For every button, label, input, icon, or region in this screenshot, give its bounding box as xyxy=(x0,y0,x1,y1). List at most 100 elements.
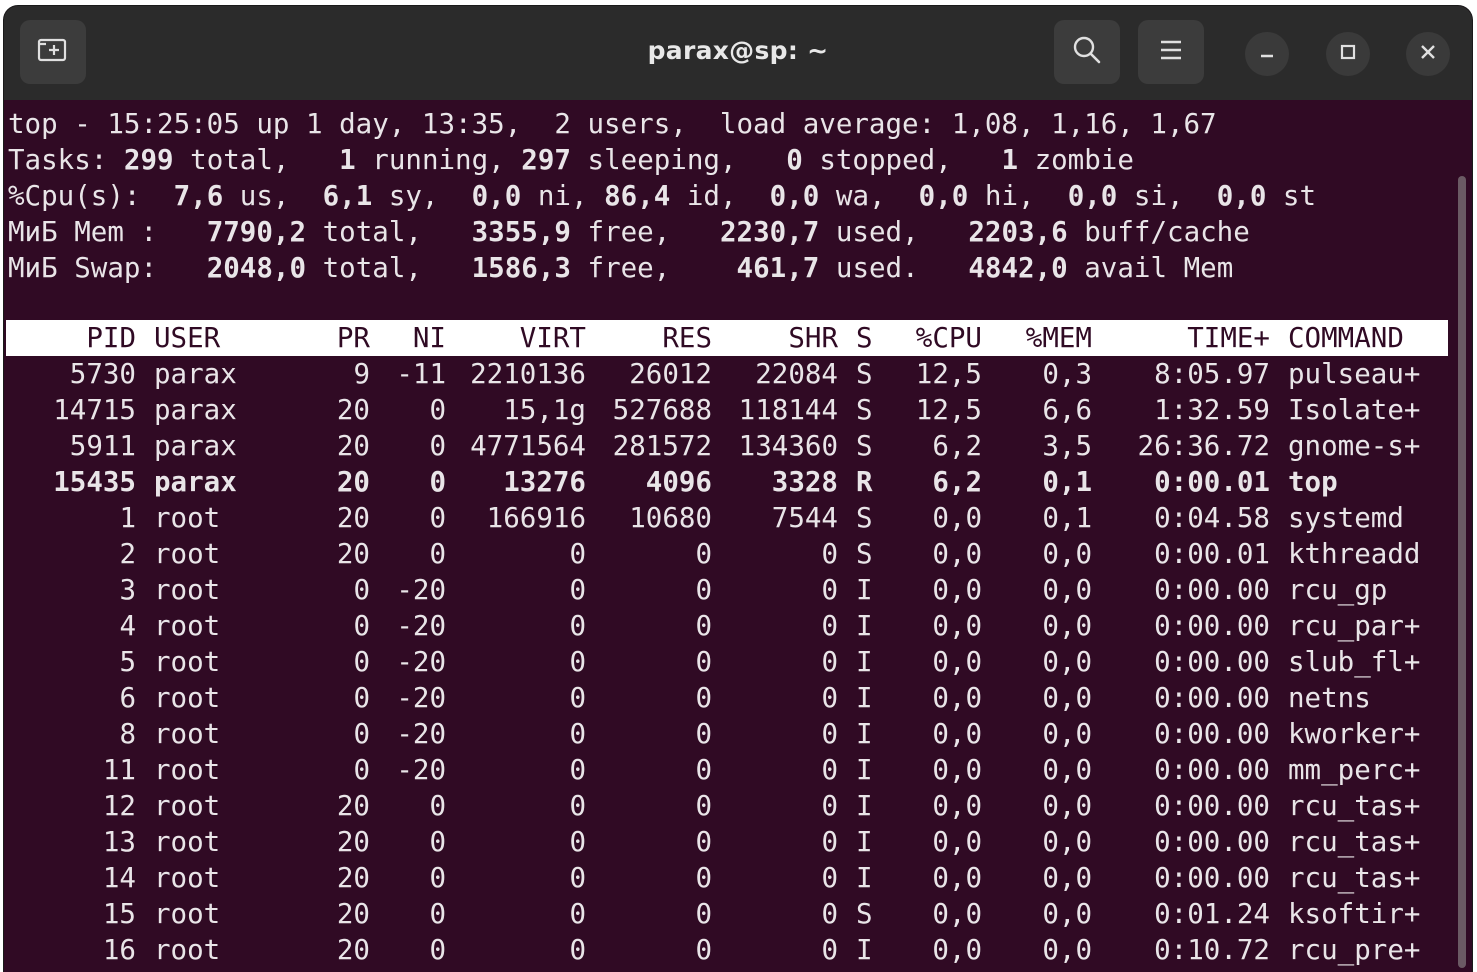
process-virt-cell: 0 xyxy=(569,646,586,678)
summary-segment: sleeping, xyxy=(570,144,787,176)
process-user-cell: root xyxy=(154,862,221,894)
process-s-cell: I xyxy=(856,862,873,894)
process-time-cell: 0:01.24 xyxy=(1154,898,1270,930)
menu-button[interactable] xyxy=(1138,20,1204,84)
process-res-cell: 10680 xyxy=(629,502,712,534)
process-user-cell: parax xyxy=(154,466,237,498)
process-cmd-cell: Isolate+ xyxy=(1288,394,1421,426)
virt-column-header: VIRT xyxy=(519,322,586,354)
process-cpu-cell: 0,0 xyxy=(932,898,982,930)
summary-segment: used. xyxy=(819,252,969,284)
process-time-cell: 0:04.58 xyxy=(1154,502,1270,534)
process-cmd-cell: ksoftir+ xyxy=(1288,898,1421,930)
process-time-cell: 0:10.72 xyxy=(1154,934,1270,966)
process-time-cell: 8:05.97 xyxy=(1154,358,1270,390)
process-cpu-cell: 0,0 xyxy=(932,754,982,786)
process-cmd-cell: rcu_pre+ xyxy=(1288,934,1421,966)
process-time-cell: 26:36.72 xyxy=(1137,430,1270,462)
process-cpu-cell: 0,0 xyxy=(932,718,982,750)
process-virt-cell: 15,1g xyxy=(503,394,586,426)
summary-segment: 297 xyxy=(521,144,571,176)
process-shr-cell: 134360 xyxy=(738,430,838,462)
process-mem-cell: 0,0 xyxy=(1042,718,1092,750)
process-mem-cell: 0,0 xyxy=(1042,646,1092,678)
process-pid-cell: 13 xyxy=(102,826,136,858)
process-res-cell: 0 xyxy=(695,826,712,858)
summary-segment: 6,1 xyxy=(322,180,373,212)
process-pid-cell: 15 xyxy=(102,898,136,930)
minimize-button[interactable] xyxy=(1245,32,1289,76)
process-cmd-cell: kworker+ xyxy=(1288,718,1421,750)
process-pid-cell: 14 xyxy=(102,862,136,894)
process-s-cell: S xyxy=(856,430,873,462)
process-virt-cell: 13276 xyxy=(503,466,586,498)
process-pr-cell: 0 xyxy=(353,682,370,714)
process-mem-cell: 0,0 xyxy=(1042,682,1092,714)
process-shr-cell: 0 xyxy=(821,574,838,606)
process-virt-cell: 0 xyxy=(569,898,586,930)
process-ni-cell: -20 xyxy=(396,682,446,714)
process-virt-cell: 166916 xyxy=(486,502,586,534)
process-res-cell: 281572 xyxy=(612,430,712,462)
process-s-cell: R xyxy=(856,466,873,498)
process-ni-cell: 0 xyxy=(429,934,446,966)
process-pid-cell: 6 xyxy=(119,682,136,714)
process-time-cell: 0:00.01 xyxy=(1154,466,1270,498)
process-shr-cell: 0 xyxy=(821,862,838,894)
process-ni-cell: -20 xyxy=(396,574,446,606)
process-cmd-cell: netns xyxy=(1288,682,1371,714)
summary-segment: used, xyxy=(819,216,969,248)
process-cmd-cell: mm_perc+ xyxy=(1288,754,1421,786)
pid-column-header: PID xyxy=(86,322,136,354)
process-shr-cell: 0 xyxy=(821,790,838,822)
process-mem-cell: 3,5 xyxy=(1042,430,1092,462)
process-mem-cell: 0,0 xyxy=(1042,934,1092,966)
process-s-cell: I xyxy=(856,646,873,678)
process-user-cell: root xyxy=(154,682,221,714)
process-cpu-cell: 0,0 xyxy=(932,790,982,822)
process-virt-cell: 0 xyxy=(569,862,586,894)
process-cmd-cell: rcu_par+ xyxy=(1288,610,1421,642)
process-res-cell: 0 xyxy=(695,646,712,678)
process-s-cell: S xyxy=(856,502,873,534)
process-user-cell: root xyxy=(154,934,221,966)
process-shr-cell: 3328 xyxy=(771,466,838,498)
process-ni-cell: 0 xyxy=(429,898,446,930)
process-res-cell: 26012 xyxy=(629,358,712,390)
search-icon xyxy=(1071,34,1103,71)
terminal-content[interactable]: top - 15:25:05 up 1 day, 13:35, 2 users,… xyxy=(4,100,1472,972)
process-cmd-cell: gnome-s+ xyxy=(1288,430,1421,462)
process-cpu-cell: 0,0 xyxy=(932,862,982,894)
process-pid-cell: 5 xyxy=(119,646,136,678)
process-mem-cell: 0,1 xyxy=(1042,466,1092,498)
process-shr-cell: 0 xyxy=(821,718,838,750)
process-shr-cell: 0 xyxy=(821,646,838,678)
process-s-cell: I xyxy=(856,790,873,822)
process-mem-cell: 0,0 xyxy=(1042,898,1092,930)
title-bar[interactable]: parax@sp: ~ xyxy=(4,6,1472,100)
summary-segment: stopped, xyxy=(802,144,1002,176)
process-cmd-cell: rcu_tas+ xyxy=(1288,790,1421,822)
process-user-cell: root xyxy=(154,790,221,822)
process-shr-cell: 0 xyxy=(821,682,838,714)
summary-segment: zombie xyxy=(1018,144,1134,176)
process-res-cell: 0 xyxy=(695,682,712,714)
process-virt-cell: 0 xyxy=(569,682,586,714)
summary-segment: running, xyxy=(355,144,522,176)
process-time-cell: 0:00.00 xyxy=(1154,826,1270,858)
process-user-cell: root xyxy=(154,574,221,606)
process-time-cell: 0:00.01 xyxy=(1154,538,1270,570)
process-pid-cell: 1 xyxy=(119,502,136,534)
process-s-cell: I xyxy=(856,682,873,714)
process-pid-cell: 5911 xyxy=(69,430,136,462)
process-virt-cell: 2210136 xyxy=(470,358,586,390)
terminal-scrollbar[interactable] xyxy=(1458,176,1466,968)
summary-segment: %Cpu(s): xyxy=(8,180,174,212)
summary-segment: total, xyxy=(306,216,472,248)
close-button[interactable] xyxy=(1406,32,1450,76)
search-button[interactable] xyxy=(1054,20,1120,84)
summary-segment: sy, xyxy=(372,180,472,212)
user-column-header: USER xyxy=(154,322,221,354)
maximize-button[interactable] xyxy=(1326,32,1370,76)
process-ni-cell: 0 xyxy=(429,538,446,570)
